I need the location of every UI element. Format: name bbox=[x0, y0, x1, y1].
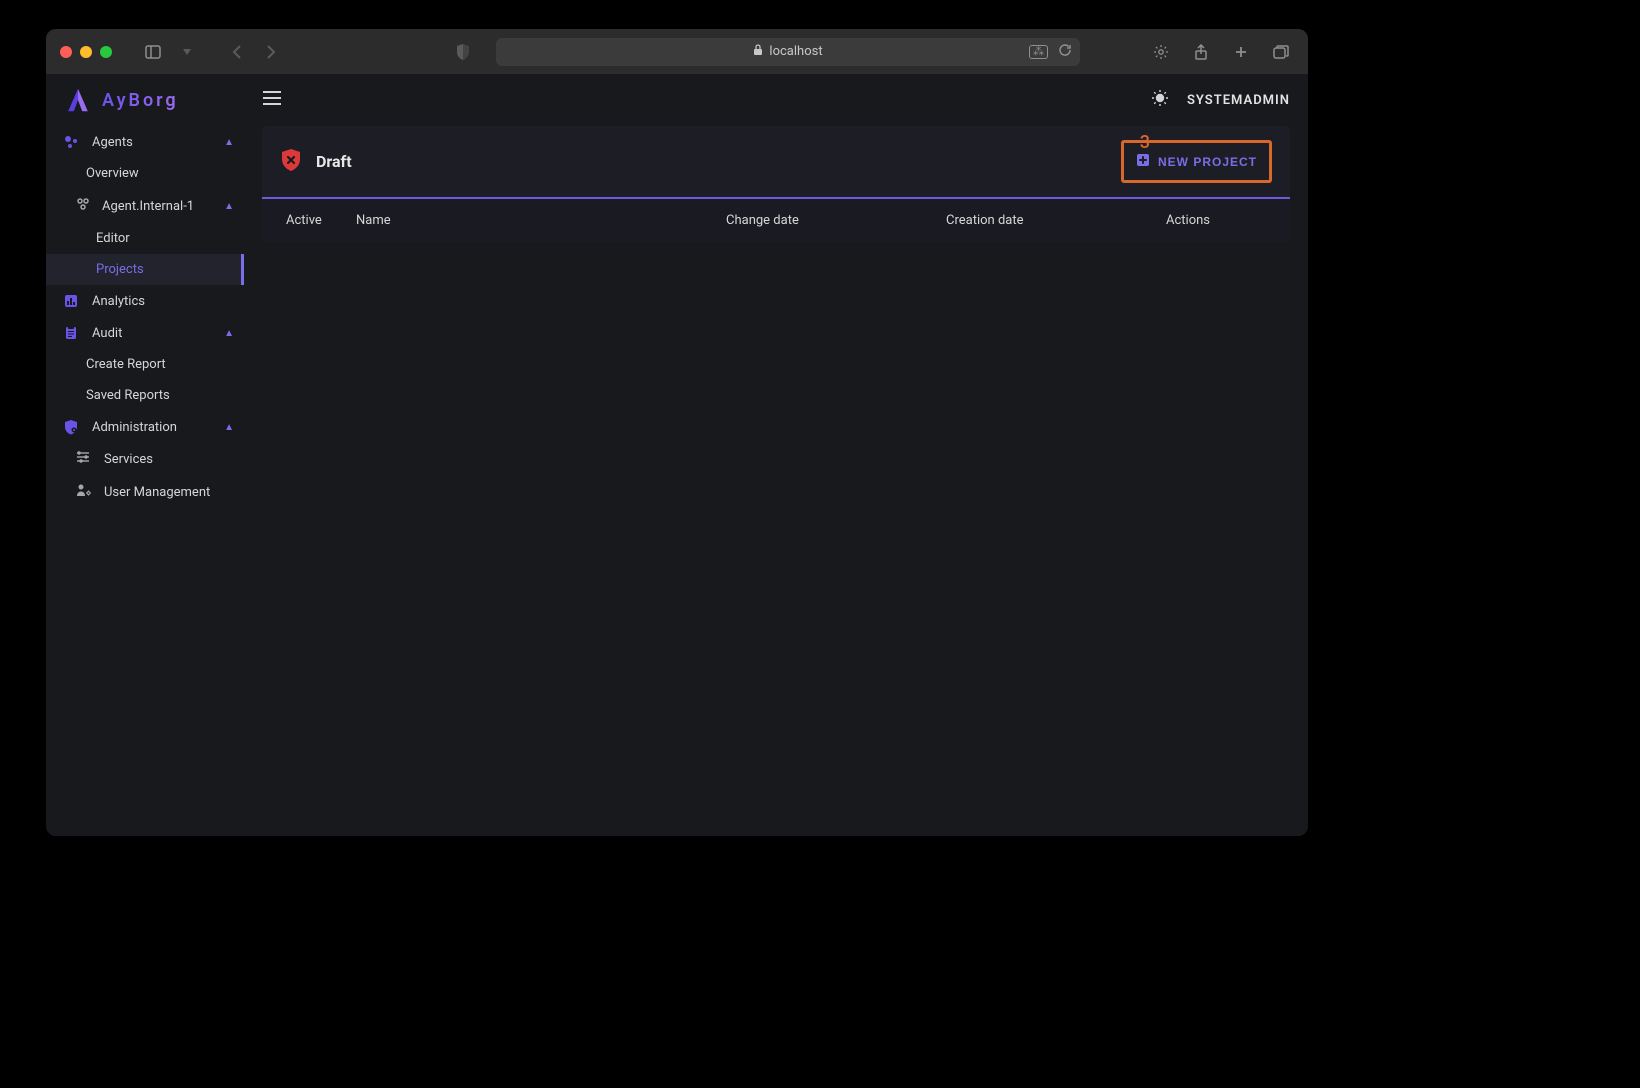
sidebar-item-analytics[interactable]: Analytics bbox=[46, 285, 244, 317]
brand[interactable]: AyBorg bbox=[46, 74, 244, 126]
chevron-up-icon: ▲ bbox=[224, 328, 234, 339]
sidebar-group-administration[interactable]: Administration ▲ bbox=[46, 411, 244, 443]
annotation-number: 3 bbox=[1140, 132, 1150, 153]
sidebar-item-projects-label: Projects bbox=[96, 262, 144, 277]
column-creation-date: Creation date bbox=[946, 213, 1166, 228]
app-root: AyBorg Agents ▲ Overview Agent.Internal-… bbox=[46, 74, 1308, 836]
sidebar-item-agent-internal-1[interactable]: Agent.Internal-1 ▲ bbox=[46, 189, 244, 223]
sidebar-item-saved-reports-label: Saved Reports bbox=[86, 388, 170, 403]
nav-forward-icon[interactable] bbox=[258, 39, 284, 65]
window-zoom-icon[interactable] bbox=[100, 46, 112, 58]
settings-gear-icon[interactable] bbox=[1148, 39, 1174, 65]
administration-icon bbox=[60, 419, 82, 435]
tabs-overview-icon[interactable] bbox=[1268, 39, 1294, 65]
column-active: Active bbox=[286, 213, 356, 228]
brand-logo-icon bbox=[64, 86, 92, 114]
draft-shield-icon bbox=[280, 148, 302, 176]
column-name: Name bbox=[356, 213, 726, 228]
translate-icon[interactable]: ⁂ bbox=[1029, 45, 1048, 59]
nav-back-icon[interactable] bbox=[224, 39, 250, 65]
projects-panel: Draft 3 NEW PROJECT Active Name bbox=[262, 126, 1290, 242]
panel-title: Draft bbox=[316, 152, 352, 171]
sidebar-item-projects[interactable]: Projects bbox=[46, 254, 244, 285]
new-project-button-label: NEW PROJECT bbox=[1158, 155, 1257, 169]
user-management-icon bbox=[76, 483, 94, 501]
sidebar-item-user-management-label: User Management bbox=[104, 485, 210, 500]
analytics-icon bbox=[60, 293, 82, 309]
sidebar-item-editor[interactable]: Editor bbox=[46, 223, 244, 254]
sidebar-group-administration-label: Administration bbox=[92, 420, 177, 435]
column-change-date: Change date bbox=[726, 213, 946, 228]
sidebar-item-overview-label: Overview bbox=[86, 166, 139, 181]
sidebar-item-overview[interactable]: Overview bbox=[46, 158, 244, 189]
chevron-up-icon: ▲ bbox=[224, 201, 234, 212]
panel-header: Draft 3 NEW PROJECT bbox=[262, 126, 1290, 197]
chevron-up-icon: ▲ bbox=[224, 137, 234, 148]
tab-dropdown-icon[interactable] bbox=[174, 39, 200, 65]
share-icon[interactable] bbox=[1188, 39, 1214, 65]
sidebar-toggle-icon[interactable] bbox=[140, 39, 166, 65]
sidebar-item-create-report[interactable]: Create Report bbox=[46, 349, 244, 380]
new-tab-icon[interactable] bbox=[1228, 39, 1254, 65]
main-area: SYSTEMADMIN Draft 3 bbox=[244, 74, 1308, 836]
reload-icon[interactable] bbox=[1058, 43, 1072, 61]
sidebar-item-analytics-label: Analytics bbox=[92, 294, 145, 309]
window-close-icon[interactable] bbox=[60, 46, 72, 58]
sidebar: AyBorg Agents ▲ Overview Agent.Internal-… bbox=[46, 74, 244, 836]
column-actions: Actions bbox=[1166, 213, 1266, 228]
traffic-lights bbox=[60, 46, 112, 58]
services-icon bbox=[76, 451, 94, 467]
agents-icon bbox=[60, 134, 82, 150]
sidebar-item-agent-internal-1-label: Agent.Internal-1 bbox=[102, 199, 194, 214]
sidebar-group-agents[interactable]: Agents ▲ bbox=[46, 126, 244, 158]
plus-icon bbox=[1136, 153, 1150, 170]
url-bar[interactable]: localhost ⁂ bbox=[496, 38, 1080, 66]
browser-chrome: localhost ⁂ bbox=[46, 29, 1308, 74]
sidebar-item-services-label: Services bbox=[104, 452, 153, 467]
chevron-up-icon: ▲ bbox=[224, 422, 234, 433]
sidebar-item-user-management[interactable]: User Management bbox=[46, 475, 244, 509]
sidebar-group-agents-label: Agents bbox=[92, 135, 133, 150]
table-header-row: Active Name Change date Creation date Ac… bbox=[262, 199, 1290, 242]
browser-window: localhost ⁂ bbox=[46, 29, 1308, 836]
url-host: localhost bbox=[769, 44, 822, 59]
user-label[interactable]: SYSTEMADMIN bbox=[1187, 93, 1290, 108]
topbar: SYSTEMADMIN bbox=[244, 74, 1308, 126]
brand-name: AyBorg bbox=[102, 90, 179, 111]
audit-icon bbox=[60, 325, 82, 341]
theme-toggle-icon[interactable] bbox=[1151, 89, 1169, 111]
sidebar-item-saved-reports[interactable]: Saved Reports bbox=[46, 380, 244, 411]
agent-node-icon bbox=[76, 197, 94, 215]
sidebar-item-editor-label: Editor bbox=[96, 231, 130, 246]
menu-toggle-icon[interactable] bbox=[262, 90, 282, 110]
sidebar-item-services[interactable]: Services bbox=[46, 443, 244, 475]
lock-icon bbox=[753, 44, 763, 59]
window-minimize-icon[interactable] bbox=[80, 46, 92, 58]
privacy-shield-icon[interactable] bbox=[450, 39, 476, 65]
sidebar-item-create-report-label: Create Report bbox=[86, 357, 166, 372]
content: Draft 3 NEW PROJECT Active Name bbox=[244, 126, 1308, 836]
sidebar-group-audit[interactable]: Audit ▲ bbox=[46, 317, 244, 349]
sidebar-group-audit-label: Audit bbox=[92, 326, 122, 341]
